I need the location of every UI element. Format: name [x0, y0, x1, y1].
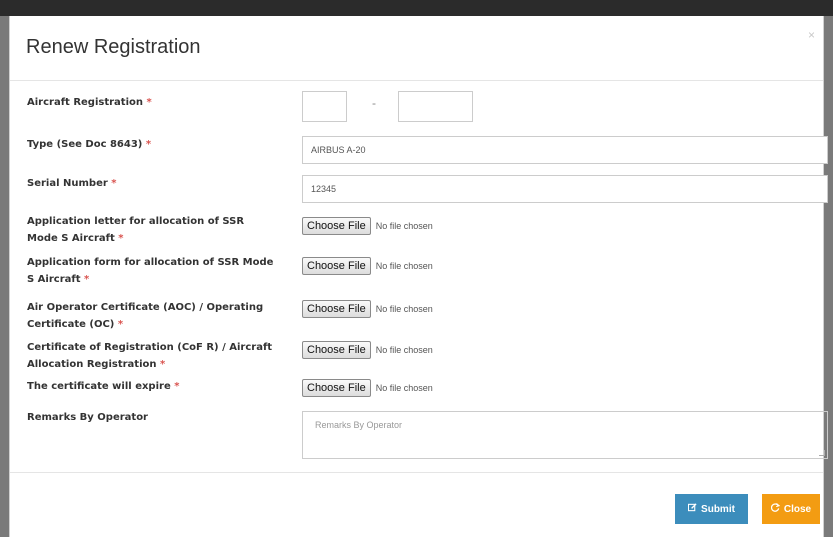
edit-icon [687, 503, 697, 515]
choose-file-button[interactable]: Choose File [302, 341, 371, 359]
registration-separator: - [372, 96, 376, 110]
application-form-label: Application form for allocation of SSR M… [27, 257, 274, 285]
application-letter-file-input: Choose File No file chosen [302, 217, 433, 235]
file-status: No file chosen [375, 261, 433, 271]
aircraft-registration-label: Aircraft Registration * [27, 97, 152, 108]
serial-number-input[interactable]: 12345 [302, 175, 828, 203]
certificate-expiry-file-input: Choose File No file chosen [302, 379, 433, 397]
registration-suffix-input[interactable] [398, 91, 473, 122]
renew-registration-modal: Renew Registration × Aircraft Registrati… [9, 16, 828, 537]
close-button[interactable]: Close [762, 494, 820, 524]
required-mark: * [111, 178, 117, 189]
file-status: No file chosen [375, 345, 433, 355]
certificate-expiry-label: The certificate will expire * [27, 381, 180, 392]
resize-handle-icon[interactable] [819, 450, 825, 456]
file-status: No file chosen [375, 304, 433, 314]
remarks-textarea[interactable]: Remarks By Operator [302, 411, 828, 459]
type-label: Type (See Doc 8643) * [27, 139, 152, 150]
file-status: No file chosen [375, 383, 433, 393]
required-mark: * [117, 319, 124, 330]
aoc-file-input: Choose File No file chosen [302, 300, 433, 318]
required-mark: * [84, 274, 90, 285]
footer-divider [10, 472, 823, 473]
aoc-label: Air Operator Certificate (AOC) / Operati… [27, 302, 264, 330]
submit-button[interactable]: Submit [675, 494, 748, 524]
choose-file-button[interactable]: Choose File [302, 379, 371, 397]
choose-file-button[interactable]: Choose File [302, 300, 371, 318]
required-mark: * [159, 359, 166, 370]
type-input[interactable]: AIRBUS A-20 [302, 136, 828, 164]
header-divider [10, 80, 823, 81]
registration-prefix-input[interactable] [302, 91, 347, 122]
application-letter-label: Application letter for allocation of SSR… [27, 216, 245, 244]
refresh-icon [770, 503, 781, 515]
required-mark: * [146, 97, 152, 108]
application-form-file-input: Choose File No file chosen [302, 257, 433, 275]
background-header-strip [0, 0, 833, 16]
remarks-label: Remarks By Operator [27, 412, 148, 423]
certificate-of-registration-file-input: Choose File No file chosen [302, 341, 433, 359]
file-status: No file chosen [375, 221, 433, 231]
modal-title: Renew Registration [26, 36, 201, 58]
choose-file-button[interactable]: Choose File [302, 257, 371, 275]
remarks-placeholder: Remarks By Operator [315, 420, 403, 430]
close-icon[interactable]: × [808, 28, 815, 42]
serial-number-label: Serial Number * [27, 178, 117, 189]
required-mark: * [118, 233, 124, 244]
certificate-of-registration-label: Certificate of Registration (CoF R) / Ai… [27, 342, 273, 370]
required-mark: * [174, 381, 180, 392]
required-mark: * [145, 139, 152, 150]
choose-file-button[interactable]: Choose File [302, 217, 371, 235]
